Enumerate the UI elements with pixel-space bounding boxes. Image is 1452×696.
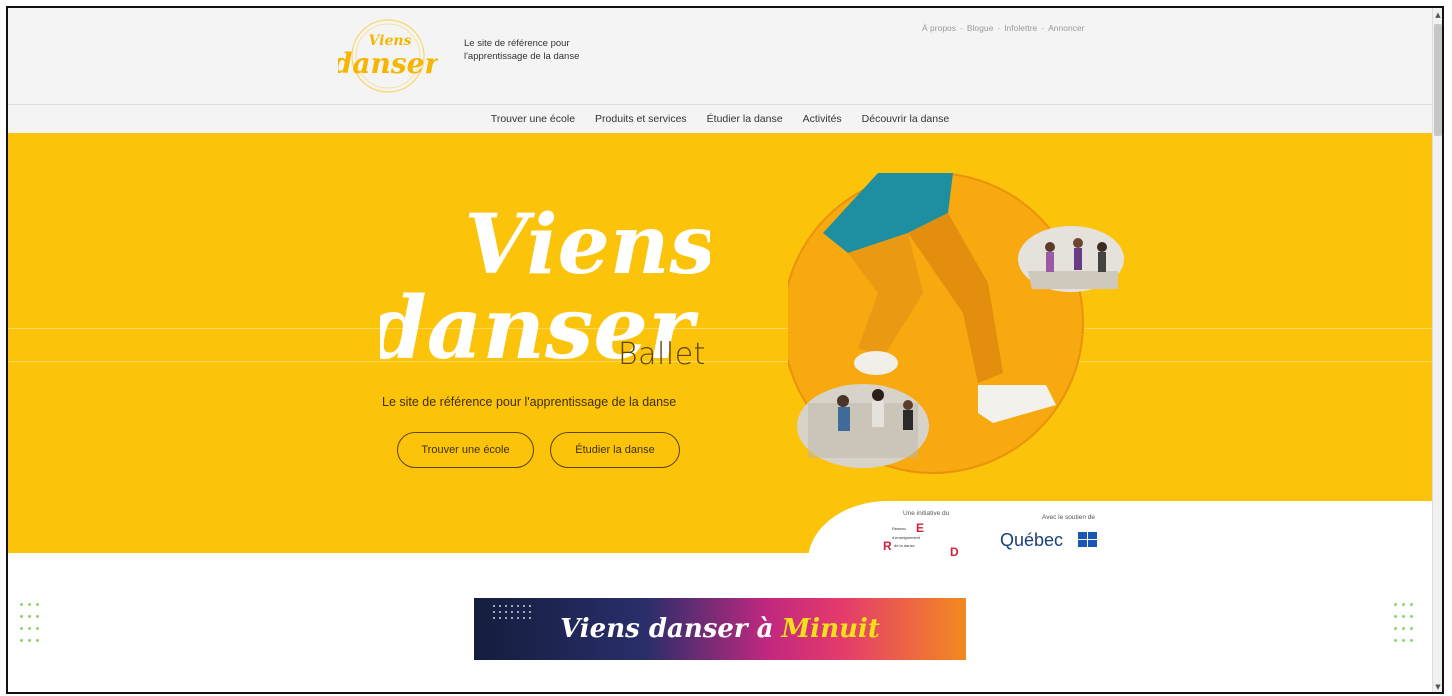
initiative-label: Une initiative du bbox=[903, 510, 950, 517]
quebec-wordmark: Québec bbox=[1000, 530, 1063, 550]
util-link-advertise[interactable]: Annoncer bbox=[1048, 23, 1084, 33]
banner-headline: Viens danser à Minuit bbox=[474, 598, 966, 660]
svg-text:R: R bbox=[883, 539, 892, 553]
dot-pattern-right bbox=[1394, 603, 1418, 651]
find-school-button[interactable]: Trouver une école bbox=[397, 432, 534, 468]
util-separator: - bbox=[960, 23, 963, 33]
logo-text-bottom: danser bbox=[338, 47, 438, 80]
browser-viewport: Viens danser Le site de référence pour l… bbox=[6, 6, 1444, 694]
header-tagline: Le site de référence pour l'apprentissag… bbox=[464, 38, 580, 62]
util-link-blog[interactable]: Blogue bbox=[967, 23, 993, 33]
hero-dance-style: Ballet bbox=[618, 337, 706, 372]
site-header: Viens danser Le site de référence pour l… bbox=[8, 8, 1432, 105]
scrollbar-thumb[interactable] bbox=[1434, 24, 1442, 136]
photo-dance-class-top bbox=[1018, 226, 1124, 292]
hero-dancer-illustration bbox=[788, 173, 1124, 474]
nav-study-dance[interactable]: Étudier la danse bbox=[707, 113, 783, 125]
svg-text:d'enseignement: d'enseignement bbox=[892, 535, 921, 540]
util-link-newsletter[interactable]: Infolettre bbox=[1004, 23, 1037, 33]
svg-text:de la danse: de la danse bbox=[894, 543, 915, 548]
nav-find-school[interactable]: Trouver une école bbox=[491, 113, 575, 125]
dot-pattern-left bbox=[20, 603, 44, 651]
banner-text-accent: Minuit bbox=[781, 614, 880, 644]
scroll-up-arrow-icon[interactable]: ▲ bbox=[1434, 10, 1442, 20]
study-dance-button[interactable]: Étudier la danse bbox=[550, 432, 680, 468]
util-link-about[interactable]: À propos bbox=[922, 23, 956, 33]
minuit-promo-banner[interactable]: Viens danser à Minuit bbox=[474, 598, 966, 660]
util-separator: - bbox=[997, 23, 1001, 33]
quebec-logo[interactable]: Québec bbox=[998, 526, 1108, 554]
util-separator: - bbox=[1041, 23, 1045, 33]
dancer-shoe bbox=[854, 351, 898, 375]
hero-stripe bbox=[8, 328, 1432, 329]
svg-text:E: E bbox=[916, 521, 924, 535]
hero-title-lettering: Viens danser bbox=[380, 197, 710, 379]
utility-links: À propos - Blogue - Infolettre - Annonce… bbox=[922, 23, 1085, 33]
hero-stripe bbox=[8, 361, 1432, 362]
main-navigation: Trouver une école Produits et services É… bbox=[8, 105, 1432, 133]
nav-activities[interactable]: Activités bbox=[803, 113, 842, 125]
red-logo[interactable]: Réseau E d'enseignement R de la danse D bbox=[878, 520, 968, 558]
scroll-down-arrow-icon[interactable]: ▼ bbox=[1434, 682, 1442, 692]
nav-products-services[interactable]: Produits et services bbox=[595, 113, 687, 125]
svg-text:Réseau: Réseau bbox=[892, 526, 906, 531]
photo-dance-class-bottom bbox=[797, 384, 929, 468]
nav-discover-dance[interactable]: Découvrir la danse bbox=[862, 113, 950, 125]
support-label: Avec le soutien de bbox=[1042, 514, 1095, 521]
site-logo[interactable]: Viens danser bbox=[338, 18, 438, 96]
svg-text:D: D bbox=[950, 545, 959, 558]
banner-text-main: Viens danser à bbox=[560, 614, 774, 644]
hero-section: Viens danser Ballet Le site de référence… bbox=[8, 133, 1432, 553]
hero-subtitle: Le site de référence pour l'apprentissag… bbox=[382, 395, 677, 409]
